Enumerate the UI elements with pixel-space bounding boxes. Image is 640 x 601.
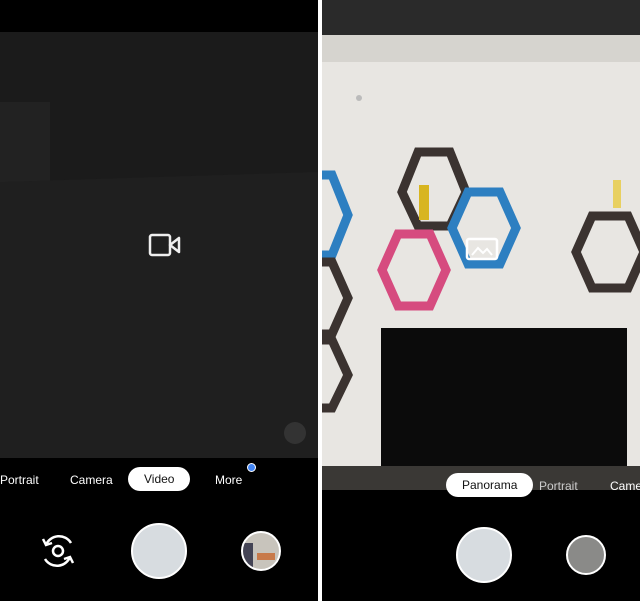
lens-indicator-icon	[284, 422, 306, 444]
video-camera-icon	[148, 233, 181, 257]
mode-panorama[interactable]: Panorama	[446, 473, 534, 497]
mode-portrait[interactable]: Portrait	[0, 473, 39, 487]
mode-more[interactable]: More	[215, 473, 242, 487]
panorama-icon	[465, 237, 499, 261]
record-button[interactable]	[131, 523, 187, 579]
switch-camera-icon[interactable]	[38, 531, 78, 571]
panorama-mode-screen: Panorama Portrait Came	[322, 0, 640, 601]
viewfinder[interactable]	[0, 32, 318, 458]
video-mode-screen: Portrait Camera Video More	[0, 0, 318, 601]
mode-selector: Panorama Portrait Came	[322, 473, 640, 503]
mode-camera[interactable]: Came	[610, 479, 640, 493]
gallery-thumbnail[interactable]	[566, 535, 606, 575]
notification-dot	[247, 463, 256, 472]
shutter-button[interactable]	[456, 527, 512, 583]
viewfinder[interactable]	[322, 0, 640, 490]
mode-selector: Portrait Camera Video More	[0, 463, 318, 497]
mode-portrait[interactable]: Portrait	[539, 479, 578, 493]
mode-video[interactable]: Video	[128, 467, 191, 491]
gallery-thumbnail[interactable]	[241, 531, 281, 571]
mode-camera[interactable]: Camera	[70, 473, 113, 487]
